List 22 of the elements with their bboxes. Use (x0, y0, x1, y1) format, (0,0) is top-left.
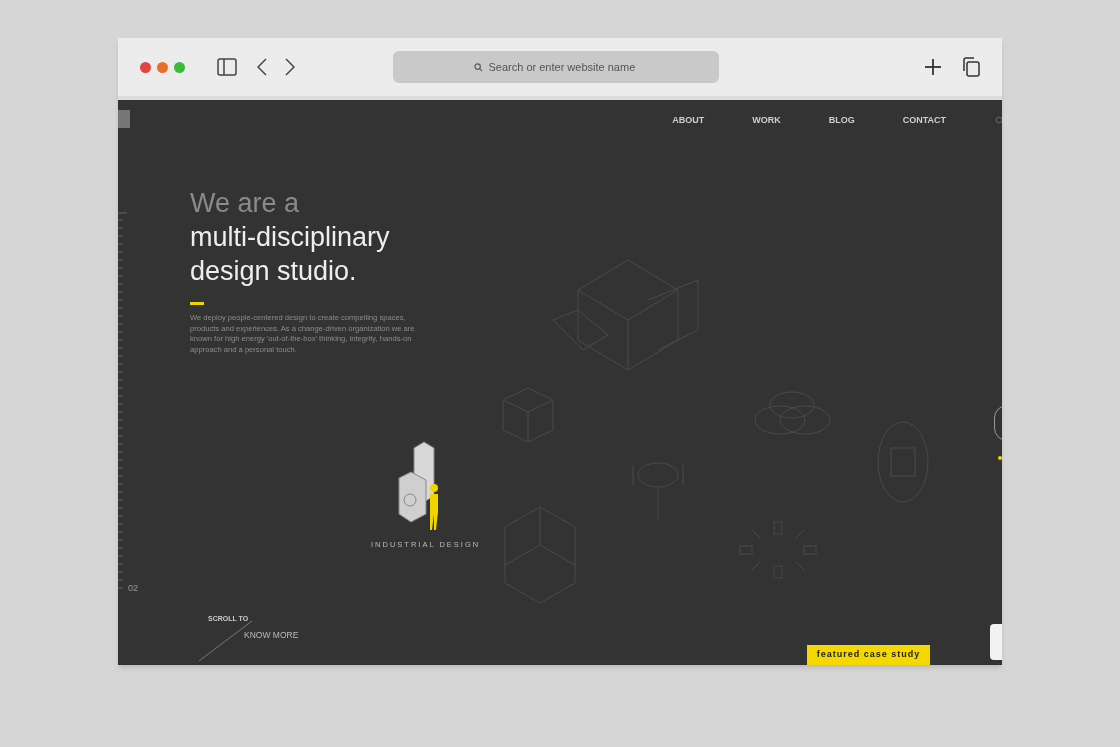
nav-link[interactable]: ABOUT (672, 114, 705, 128)
forward-icon[interactable] (285, 58, 295, 76)
back-icon[interactable] (257, 58, 267, 76)
logo-icon (118, 110, 130, 128)
close-window-icon[interactable] (140, 61, 151, 73)
featured-case-study-button[interactable]: featured case study (807, 645, 930, 665)
nav-link[interactable]: CONTACT (902, 114, 946, 128)
minimize-window-icon[interactable] (157, 61, 168, 73)
nav-link[interactable]: WORK (752, 114, 781, 128)
address-bar[interactable]: Search or enter website name (393, 51, 719, 83)
search-icon (473, 62, 483, 72)
address-input[interactable]: Search or enter website name (488, 58, 639, 76)
new-tab-icon[interactable] (924, 58, 942, 76)
ruler-label: 02 (128, 582, 138, 595)
nav-link[interactable]: BLOG (828, 114, 855, 128)
tabs-overview-icon[interactable] (962, 57, 980, 77)
sidebar-icon[interactable] (217, 58, 237, 76)
hero-title-line: design studio. (190, 255, 358, 288)
hero-title-line: multi-disciplinary (190, 221, 391, 254)
hero-title-line: We are a (190, 187, 301, 220)
know-more-link[interactable]: KNOW MORE (244, 629, 299, 642)
recaptcha-icon (990, 624, 1002, 660)
